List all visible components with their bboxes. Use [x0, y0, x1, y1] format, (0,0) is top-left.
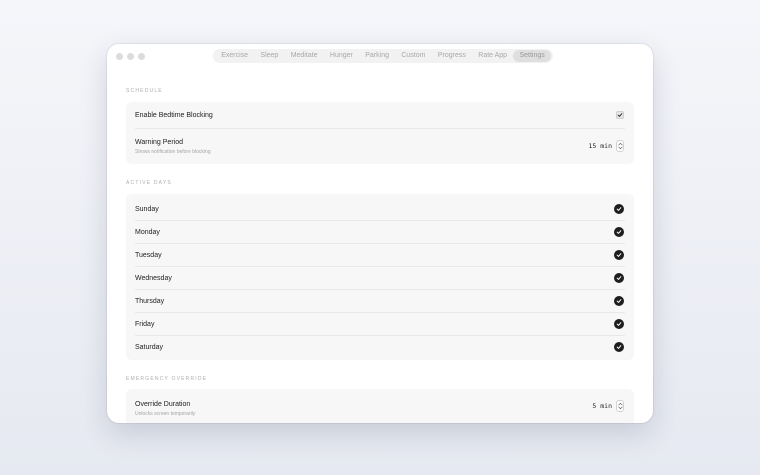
day-label-monday: Monday: [135, 228, 160, 236]
day-label-saturday: Saturday: [135, 343, 164, 351]
tab-meditate[interactable]: Meditate: [285, 50, 324, 62]
settings-content: SCHEDULE Enable Bedtime Blocking Warning…: [107, 70, 653, 423]
titlebar: Exercise Sleep Meditate Hunger Parking C…: [107, 44, 653, 70]
day-checkbox-friday[interactable]: [614, 319, 624, 329]
close-window-button[interactable]: [116, 53, 123, 60]
day-label-friday: Friday: [135, 320, 155, 328]
enable-bedtime-blocking-checkbox[interactable]: [616, 111, 624, 119]
tab-sleep[interactable]: Sleep: [254, 50, 284, 62]
app-window: Exercise Sleep Meditate Hunger Parking C…: [107, 44, 653, 423]
warning-period-control: 15 min: [589, 140, 624, 152]
warning-period-subtitle: Shows notification before blocking: [135, 148, 211, 155]
override-duration-label: Override Duration: [135, 401, 191, 408]
enable-bedtime-blocking-row[interactable]: Enable Bedtime Blocking: [135, 102, 625, 128]
checkmark-icon: [616, 276, 622, 280]
section-title-emergency-override: EMERGENCY OVERRIDE: [126, 376, 208, 382]
day-checkbox-thursday[interactable]: [614, 296, 624, 306]
day-checkbox-sunday[interactable]: [614, 204, 624, 214]
chevron-down-icon[interactable]: [617, 406, 623, 410]
tab-rate-app[interactable]: Rate App: [472, 50, 513, 62]
enable-bedtime-blocking-label: Enable Bedtime Blocking: [135, 111, 213, 119]
emergency-override-card: Override Duration Unlocks screen tempora…: [126, 389, 634, 423]
section-title-schedule: SCHEDULE: [126, 88, 163, 94]
tab-progress[interactable]: Progress: [432, 50, 472, 62]
minimize-window-button[interactable]: [127, 53, 134, 60]
override-duration-control: 5 min: [592, 400, 624, 412]
tab-hunger[interactable]: Hunger: [324, 50, 359, 62]
schedule-card: Enable Bedtime Blocking Warning Period S…: [126, 102, 634, 164]
day-label-thursday: Thursday: [135, 297, 165, 305]
tab-exercise[interactable]: Exercise: [215, 50, 254, 62]
day-row-tuesday[interactable]: Tuesday: [135, 244, 625, 266]
warning-period-stepper[interactable]: [616, 140, 624, 152]
override-duration-value: 5 min: [592, 402, 612, 410]
day-label-tuesday: Tuesday: [135, 251, 162, 259]
section-title-active-days: ACTIVE DAYS: [126, 180, 172, 186]
override-duration-subtitle: Unlocks screen temporarily: [135, 411, 196, 417]
checkmark-icon: [616, 299, 622, 303]
warning-period-row: Warning Period Shows notification before…: [135, 129, 625, 164]
tab-settings[interactable]: Settings: [513, 50, 551, 62]
warning-period-label: Warning Period: [135, 138, 183, 146]
day-row-monday[interactable]: Monday: [135, 221, 625, 243]
checkmark-icon: [616, 207, 622, 211]
checkmark-icon: [616, 345, 622, 349]
tab-bar: Exercise Sleep Meditate Hunger Parking C…: [213, 49, 553, 63]
checkmark-icon: [616, 253, 622, 257]
chevron-down-icon[interactable]: [617, 146, 623, 150]
checkmark-icon: [616, 230, 622, 234]
zoom-window-button[interactable]: [138, 53, 145, 60]
warning-period-text: Warning Period Shows notification before…: [135, 139, 211, 155]
checkmark-icon: [617, 113, 623, 117]
override-duration-row: Override Duration Unlocks screen tempora…: [135, 393, 625, 423]
day-label-wednesday: Wednesday: [135, 274, 172, 282]
day-row-wednesday[interactable]: Wednesday: [135, 267, 625, 289]
day-row-thursday[interactable]: Thursday: [135, 290, 625, 312]
day-row-saturday[interactable]: Saturday: [135, 336, 625, 358]
day-checkbox-wednesday[interactable]: [614, 273, 624, 283]
tab-parking[interactable]: Parking: [359, 50, 395, 62]
tab-custom[interactable]: Custom: [395, 50, 432, 62]
window-controls: [116, 53, 145, 60]
checkmark-icon: [616, 322, 622, 326]
day-checkbox-monday[interactable]: [614, 227, 624, 237]
day-row-friday[interactable]: Friday: [135, 313, 625, 335]
day-checkbox-tuesday[interactable]: [614, 250, 624, 260]
day-row-sunday[interactable]: Sunday: [135, 198, 625, 220]
override-duration-stepper[interactable]: [616, 400, 624, 412]
day-label-sunday: Sunday: [135, 205, 159, 213]
day-checkbox-saturday[interactable]: [614, 342, 624, 352]
warning-period-value: 15 min: [588, 142, 612, 150]
override-duration-text: Override Duration Unlocks screen tempora…: [135, 401, 195, 417]
active-days-card: Sunday Monday Tuesday Wednesday Thursday…: [126, 194, 634, 360]
